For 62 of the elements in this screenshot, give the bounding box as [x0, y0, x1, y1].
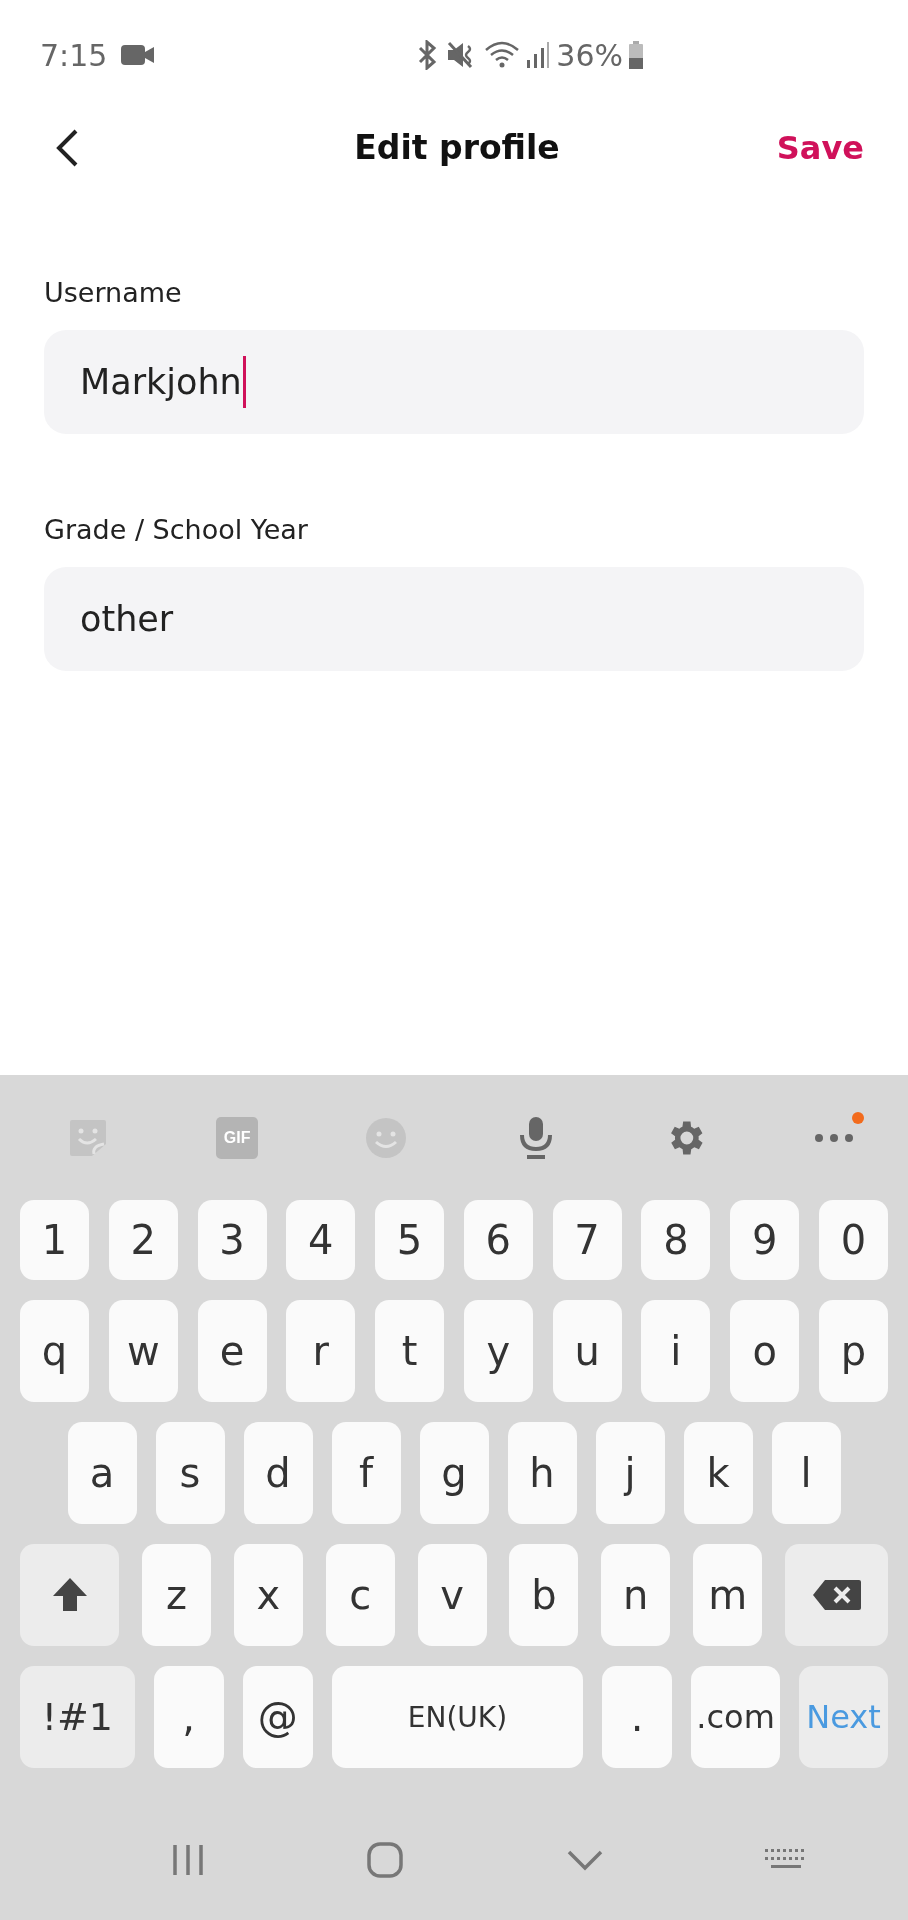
keyboard-key[interactable]: r — [286, 1300, 356, 1402]
field-label: Grade / School Year — [44, 514, 309, 545]
keyboard-key[interactable]: w — [108, 1300, 178, 1402]
keyboard-key[interactable]: . — [601, 1666, 673, 1768]
keyboard-key[interactable]: 1 — [20, 1200, 89, 1280]
field-label: Username — [44, 277, 183, 308]
keyboard-key[interactable]: c — [325, 1544, 395, 1646]
keyboard-key[interactable]: @ — [242, 1666, 313, 1768]
text-field[interactable]: Markjohn — [44, 330, 864, 434]
keyboard-key[interactable]: k — [683, 1422, 753, 1524]
keyboard-key[interactable]: p — [818, 1300, 888, 1402]
keyboard-key[interactable]: e — [197, 1300, 267, 1402]
wifi-icon — [484, 40, 521, 70]
keyboard-key[interactable]: l — [771, 1422, 841, 1524]
keyboard-key[interactable]: q — [20, 1300, 89, 1402]
symbols-key[interactable]: !#1 — [20, 1666, 135, 1768]
space-key[interactable]: EN(UK) — [331, 1666, 583, 1768]
keyboard-key[interactable]: 8 — [641, 1200, 711, 1280]
keyboard-key[interactable]: h — [507, 1422, 577, 1524]
keyboard-key[interactable]: d — [243, 1422, 313, 1524]
keyboard-key[interactable]: f — [331, 1422, 401, 1524]
keyboard-key[interactable]: a — [67, 1422, 137, 1524]
keyboard-key[interactable]: 6 — [463, 1200, 533, 1280]
keyboard-key[interactable]: 9 — [730, 1200, 800, 1280]
keyboard-key[interactable]: 7 — [552, 1200, 622, 1280]
keyboard-key[interactable]: j — [595, 1422, 665, 1524]
recent-apps-icon[interactable] — [170, 1843, 205, 1877]
text-field[interactable]: other — [44, 567, 864, 671]
keyboard-key[interactable]: v — [417, 1544, 487, 1646]
keyboard-key[interactable]: 4 — [286, 1200, 356, 1280]
backspace-key[interactable] — [785, 1544, 888, 1646]
keyboard-key[interactable]: s — [155, 1422, 225, 1524]
keyboard-key[interactable]: g — [419, 1422, 489, 1524]
back-icon — [54, 127, 80, 168]
home-icon[interactable] — [366, 1841, 405, 1879]
keyboard-key[interactable]: b — [509, 1544, 579, 1646]
keyboard-key[interactable]: i — [641, 1300, 711, 1402]
backspace-icon — [810, 1578, 863, 1612]
keyboard-key[interactable]: m — [693, 1544, 763, 1646]
keyboard-key[interactable]: 2 — [108, 1200, 178, 1280]
battery-icon — [629, 41, 643, 69]
battery-percentage: 36% — [556, 37, 623, 73]
page-title: Edit profile — [354, 128, 560, 167]
keyboard-key[interactable]: x — [233, 1544, 303, 1646]
clock-time: 7:15 — [40, 37, 108, 73]
shift-key[interactable] — [20, 1544, 119, 1646]
keyboard-key[interactable]: 3 — [197, 1200, 267, 1280]
hide-keyboard-icon[interactable] — [565, 1849, 604, 1871]
keyboard-key[interactable]: 5 — [375, 1200, 445, 1280]
keyboard-key[interactable]: , — [153, 1666, 224, 1768]
keyboard-key[interactable]: n — [601, 1544, 671, 1646]
keyboard-key[interactable]: .com — [691, 1666, 781, 1768]
keyboard-key[interactable]: o — [730, 1300, 800, 1402]
keyboard-key[interactable]: t — [375, 1300, 445, 1402]
keyboard-key[interactable]: u — [552, 1300, 622, 1402]
save-button[interactable]: Save — [776, 128, 864, 167]
video-camera-icon — [121, 43, 156, 67]
gif-icon: GIF — [216, 1116, 259, 1159]
keyboard-key[interactable]: y — [463, 1300, 533, 1402]
keyboard-key[interactable]: 0 — [818, 1200, 888, 1280]
signal-icon — [526, 40, 551, 70]
keyboard-key[interactable]: z — [141, 1544, 211, 1646]
